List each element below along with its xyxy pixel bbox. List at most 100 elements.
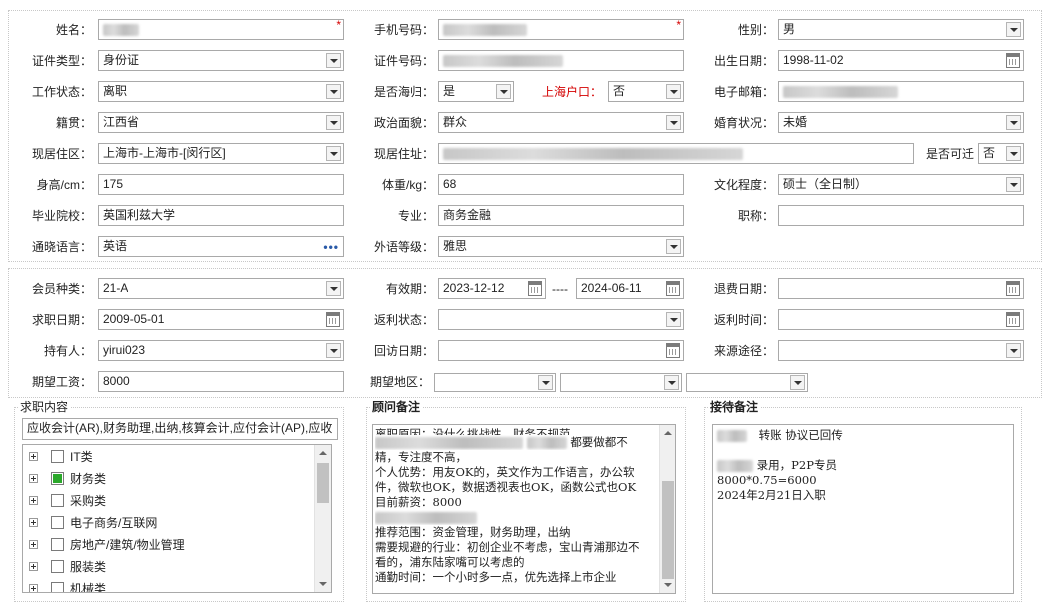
email-input[interactable] (778, 81, 1024, 102)
school-input[interactable]: 英国利兹大学 (98, 205, 344, 226)
calendar-icon[interactable] (326, 312, 340, 327)
tree-item-label: IT类 (70, 450, 93, 464)
transfer-select[interactable]: 否 (978, 143, 1024, 164)
calendar-icon[interactable] (528, 281, 542, 296)
job-date-value: 2009-05-01 (103, 312, 165, 326)
source-select[interactable] (778, 340, 1024, 361)
chevron-down-icon[interactable] (664, 375, 679, 390)
valid-to-input[interactable]: 2024-06-11 (576, 278, 684, 299)
rebate-status-select[interactable] (438, 309, 684, 330)
expand-icon[interactable] (29, 496, 38, 505)
chevron-down-icon[interactable] (790, 375, 805, 390)
expand-icon[interactable] (29, 474, 38, 483)
member-type-select[interactable]: 21-A (98, 278, 344, 299)
calendar-icon[interactable] (666, 281, 680, 296)
work-status-select[interactable]: 离职 (98, 81, 344, 102)
holder-select[interactable]: yirui023 (98, 340, 344, 361)
chevron-down-icon[interactable] (1006, 115, 1021, 130)
scroll-down-icon[interactable] (315, 576, 331, 592)
checkbox[interactable] (51, 494, 64, 507)
height-input[interactable]: 175 (98, 174, 344, 195)
expand-icon[interactable] (29, 540, 38, 549)
salary-input[interactable]: 8000 (98, 371, 344, 392)
language-input[interactable]: 英语 ••• (98, 236, 344, 257)
work-status-label: 工作状态： (31, 85, 92, 99)
expand-icon[interactable] (29, 584, 38, 592)
chevron-down-icon[interactable] (666, 312, 681, 327)
scroll-thumb[interactable] (317, 463, 329, 503)
note-line: 看的，浦东陆家嘴可以考虑的 (375, 555, 525, 569)
job-date-input[interactable]: 2009-05-01 (98, 309, 344, 330)
chevron-down-icon[interactable] (326, 146, 341, 161)
expand-icon[interactable] (29, 518, 38, 527)
redacted-text (526, 437, 567, 449)
job-summary-input[interactable]: 应收会计(AR),财务助理,出纳,核算会计,应付会计(AP),应收 (22, 418, 338, 440)
marital-select[interactable]: 未婚 (778, 112, 1024, 133)
notes-scrollbar[interactable] (659, 425, 675, 593)
checkbox[interactable] (51, 560, 64, 573)
gender-select[interactable]: 男 (778, 19, 1024, 40)
birth-date-input[interactable]: 1998-11-02 (778, 50, 1024, 71)
id-type-select[interactable]: 身份证 (98, 50, 344, 71)
area-province-select[interactable] (434, 373, 556, 392)
checkbox[interactable] (51, 582, 64, 592)
tree-scrollbar[interactable] (314, 445, 331, 592)
returnee-select[interactable]: 是 (438, 81, 514, 102)
job-category-tree[interactable]: IT类 财务类 采购类 电子商务/互联网 房地产/建筑/物业管理 服装类 机械类 (22, 444, 332, 593)
chevron-down-icon[interactable] (666, 84, 681, 99)
valid-from-input[interactable]: 2023-12-12 (438, 278, 546, 299)
scroll-thumb[interactable] (662, 481, 674, 579)
shanghai-hukou-select[interactable]: 否 (608, 81, 684, 102)
chevron-down-icon[interactable] (666, 239, 681, 254)
education-select[interactable]: 硕士（全日制） (778, 174, 1024, 195)
calendar-icon[interactable] (1006, 281, 1020, 296)
language-label: 通晓语言： (31, 240, 92, 254)
scroll-up-icon[interactable] (315, 445, 331, 461)
political-select[interactable]: 群众 (438, 112, 684, 133)
chevron-down-icon[interactable] (1006, 177, 1021, 192)
redacted-text (717, 430, 747, 442)
residence-area-select[interactable]: 上海市-上海市-[闵行区] (98, 143, 344, 164)
area-district-select[interactable] (686, 373, 808, 392)
reception-notes-textarea[interactable]: 转账 协议已回传 录用，P2P专员 8000*0.75=6000 2024年2月… (712, 424, 1014, 594)
checkbox[interactable] (51, 538, 64, 551)
checkbox-checked[interactable] (51, 472, 64, 485)
expand-icon[interactable] (29, 562, 38, 571)
chevron-down-icon[interactable] (326, 115, 341, 130)
chevron-down-icon[interactable] (326, 84, 341, 99)
area-city-select[interactable] (560, 373, 682, 392)
checkbox[interactable] (51, 516, 64, 529)
calendar-icon[interactable] (666, 343, 680, 358)
chevron-down-icon[interactable] (1006, 343, 1021, 358)
scroll-up-icon[interactable] (660, 425, 675, 441)
chevron-down-icon[interactable] (538, 375, 553, 390)
chevron-down-icon[interactable] (1006, 22, 1021, 37)
phone-input[interactable]: * (438, 19, 684, 40)
calendar-icon[interactable] (1006, 53, 1020, 68)
valid-to-value: 2024-06-11 (581, 281, 642, 295)
id-number-input[interactable] (438, 50, 684, 71)
chevron-down-icon[interactable] (1006, 146, 1021, 161)
native-place-select[interactable]: 江西省 (98, 112, 344, 133)
address-input[interactable] (438, 143, 914, 164)
weight-input[interactable]: 68 (438, 174, 684, 195)
advisor-notes-textarea[interactable]: 离职原因：没什么挑战性，财务不规范， 都要做都不 精，专注度不高， 个人优势：用… (372, 424, 676, 594)
chevron-down-icon[interactable] (326, 53, 341, 68)
rebate-time-input[interactable] (778, 309, 1024, 330)
scroll-down-icon[interactable] (660, 577, 675, 593)
more-options-icon[interactable]: ••• (323, 241, 339, 253)
calendar-icon[interactable] (1006, 312, 1020, 327)
major-input[interactable]: 商务金融 (438, 205, 684, 226)
visit-date-input[interactable] (438, 340, 684, 361)
name-input[interactable]: * (98, 19, 344, 40)
chevron-down-icon[interactable] (326, 281, 341, 296)
language-level-select[interactable]: 雅思 (438, 236, 684, 257)
chevron-down-icon[interactable] (496, 84, 511, 99)
transfer-value: 否 (983, 146, 996, 160)
chevron-down-icon[interactable] (666, 115, 681, 130)
chevron-down-icon[interactable] (326, 343, 341, 358)
expand-icon[interactable] (29, 452, 38, 461)
checkbox[interactable] (51, 450, 64, 463)
title-input[interactable] (778, 205, 1024, 226)
refund-date-input[interactable] (778, 278, 1024, 299)
